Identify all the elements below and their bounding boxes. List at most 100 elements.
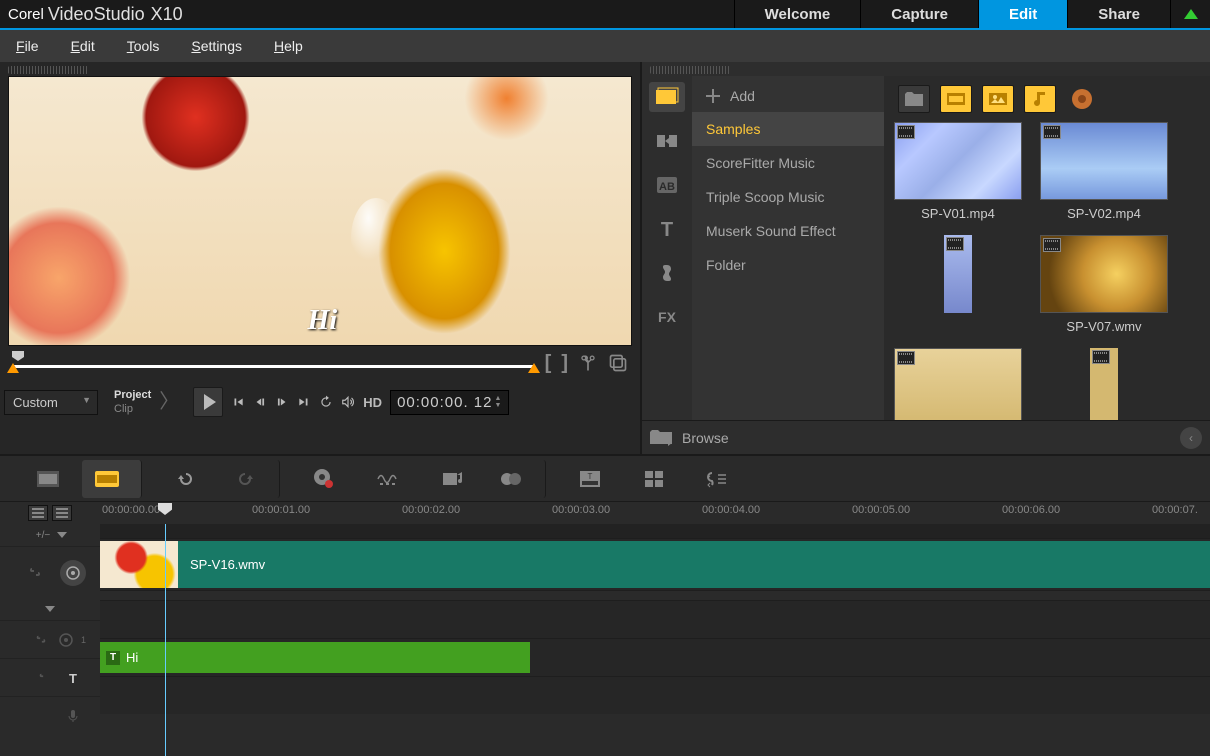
play-controls: HD [193, 387, 382, 417]
zoom-slider[interactable] [100, 524, 1210, 538]
time-remapping-button[interactable] [688, 460, 748, 498]
title-track[interactable]: T Hi [100, 638, 1210, 676]
tab-share[interactable]: Share [1067, 0, 1170, 28]
title-clip-badge: T [106, 651, 120, 665]
overlay-track-header[interactable]: 1 [0, 620, 100, 658]
sort-button[interactable] [1066, 85, 1098, 113]
show-all-tracks-button[interactable] [28, 505, 48, 521]
tab-edit[interactable]: Edit [978, 0, 1067, 28]
timeline-view-button[interactable] [82, 460, 142, 498]
menu-file[interactable]: File [16, 38, 39, 54]
preview-canvas[interactable]: Hi [8, 76, 632, 346]
tab-welcome[interactable]: Welcome [734, 0, 861, 28]
playhead-line[interactable] [165, 524, 166, 756]
home-button[interactable] [231, 395, 245, 409]
audio-filter-button[interactable] [1024, 85, 1056, 113]
plus-icon [706, 89, 720, 103]
storyboard-view-button[interactable] [18, 460, 78, 498]
ruler-tick: 00:00:01.00 [252, 504, 310, 516]
end-button[interactable] [297, 395, 311, 409]
tab-capture[interactable]: Capture [860, 0, 978, 28]
photo-filter-button[interactable] [982, 85, 1014, 113]
media-thumb[interactable]: SP-V07.wmv [1040, 235, 1168, 334]
film-icon [1092, 350, 1110, 364]
voice-track-icon [60, 703, 86, 729]
redo-button[interactable] [220, 460, 280, 498]
chevron-down-icon[interactable] [57, 532, 67, 538]
chevron-down-icon[interactable] [45, 606, 55, 612]
library-type-tabs: AB T FX [642, 76, 692, 420]
track-manager-button[interactable] [52, 505, 72, 521]
media-tab[interactable] [649, 82, 685, 112]
play-button[interactable] [193, 387, 223, 417]
panel-grip[interactable] [650, 66, 730, 74]
mode-clip[interactable]: Clip [114, 402, 151, 416]
mark-in-button[interactable]: [ [545, 352, 552, 375]
audio-mixer-button[interactable] [358, 460, 418, 498]
media-thumb[interactable] [1040, 348, 1168, 420]
auto-music-button[interactable] [422, 460, 482, 498]
video-filter-button[interactable] [940, 85, 972, 113]
media-thumb[interactable]: SP-V01.mp4 [894, 122, 1022, 221]
media-thumb[interactable]: SP-V08.wmv [894, 348, 1022, 420]
subtitle-editor-button[interactable]: T [560, 460, 620, 498]
hd-preview-button[interactable]: HD [363, 395, 382, 410]
menu-help[interactable]: Help [274, 38, 303, 54]
split-clip-icon[interactable] [578, 353, 598, 373]
upload-button[interactable] [1170, 0, 1210, 28]
video-track[interactable]: SP-V16.wmv [100, 538, 1210, 590]
timecode-spinner[interactable]: ▲▼ [495, 395, 503, 409]
filter-tab[interactable] [649, 258, 685, 288]
ruler-tick: 00:00:07. [1152, 504, 1198, 516]
next-frame-button[interactable] [275, 395, 289, 409]
menu-edit[interactable]: Edit [71, 38, 95, 54]
motion-tracking-button[interactable] [486, 460, 546, 498]
category-scorefitter[interactable]: ScoreFitter Music [692, 146, 884, 180]
repeat-button[interactable] [319, 395, 333, 409]
folder-filter-button[interactable] [898, 85, 930, 113]
mark-in-handle[interactable] [7, 363, 19, 373]
title-tab[interactable]: AB [649, 170, 685, 200]
voice-track-header[interactable] [0, 696, 100, 734]
trim-track[interactable] [12, 357, 535, 369]
graphic-tab[interactable]: T [649, 214, 685, 244]
overlay-track[interactable] [100, 600, 1210, 638]
timecode-display[interactable]: 00:00:00. 12 ▲▼ [390, 390, 509, 415]
add-category-button[interactable]: Add [692, 80, 884, 112]
undo-button[interactable] [156, 460, 216, 498]
trim-playhead[interactable] [12, 351, 24, 361]
browse-button[interactable]: Browse [682, 430, 729, 446]
category-folder[interactable]: Folder [692, 248, 884, 282]
category-muserk[interactable]: Muserk Sound Effect [692, 214, 884, 248]
media-thumb[interactable] [894, 235, 1022, 334]
multicam-button[interactable] [624, 460, 684, 498]
fx-tab[interactable]: FX [649, 302, 685, 332]
menu-tools[interactable]: Tools [127, 38, 160, 54]
category-samples[interactable]: Samples [692, 112, 884, 146]
mark-out-handle[interactable] [528, 363, 540, 373]
video-track-header[interactable] [0, 546, 100, 598]
menu-settings[interactable]: Settings [191, 38, 242, 54]
preview-overlay-text: Hi [308, 305, 338, 337]
mode-project[interactable]: Project [114, 388, 151, 402]
record-button[interactable] [294, 460, 354, 498]
prev-frame-button[interactable] [253, 395, 267, 409]
volume-button[interactable] [341, 395, 355, 409]
media-thumb[interactable]: SP-V02.mp4 [1040, 122, 1168, 221]
mark-out-button[interactable]: ] [561, 352, 568, 375]
zoom-controls[interactable]: +/− [33, 529, 53, 542]
resize-dropdown[interactable]: Custom [4, 390, 98, 415]
snapshot-icon[interactable] [608, 353, 628, 373]
timeline-toolbar: T [0, 456, 1210, 502]
voice-track[interactable] [100, 676, 1210, 714]
playback-mode-toggle[interactable]: Project Clip [114, 388, 151, 417]
category-triplescoop[interactable]: Triple Scoop Music [692, 180, 884, 214]
browse-icon[interactable] [650, 430, 672, 446]
playback-bar: Custom Project Clip 〉 HD 00:00:00. 12 ▲▼ [0, 380, 640, 424]
title-track-header[interactable]: T [0, 658, 100, 696]
panel-grip[interactable] [8, 66, 88, 74]
transitions-tab[interactable] [649, 126, 685, 156]
scroll-back-button[interactable]: ‹ [1180, 427, 1202, 449]
timeline-ruler[interactable]: 00:00:00.00 00:00:01.00 00:00:02.00 00:0… [100, 502, 1210, 524]
video-clip[interactable]: SP-V16.wmv [100, 541, 1210, 588]
